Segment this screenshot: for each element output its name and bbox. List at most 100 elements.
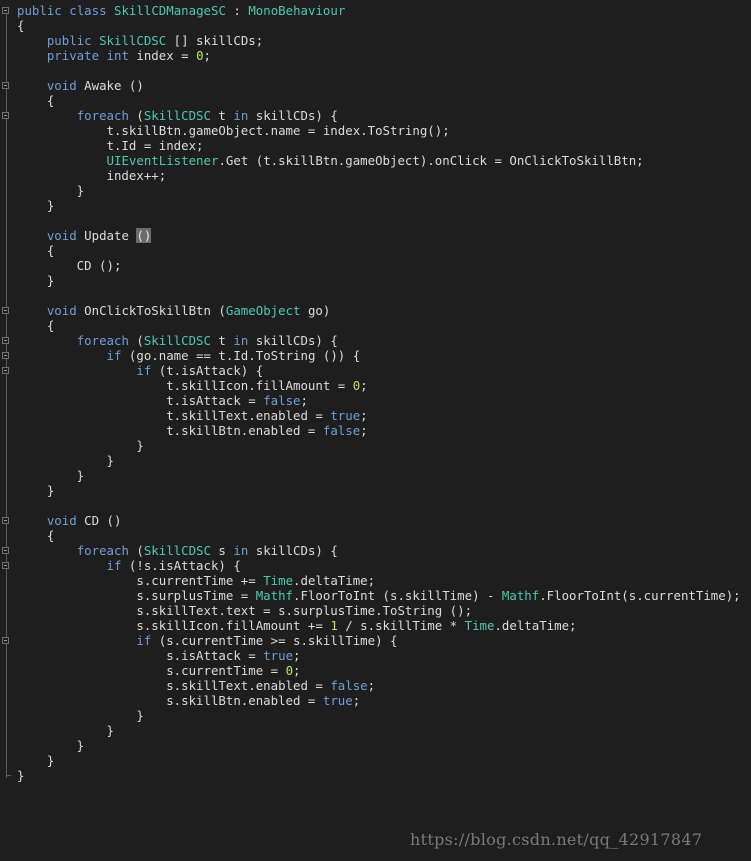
keyword-token: if (136, 633, 152, 648)
code-line[interactable]: } (17, 753, 741, 768)
code-line[interactable]: s.skillText.text = s.surplusTime.ToStrin… (17, 603, 741, 618)
code-token: .Get (t.skillBtn.gameObject).onClick = O… (218, 153, 644, 168)
fold-toggle-icon[interactable] (2, 517, 9, 524)
fold-toggle-icon[interactable] (2, 562, 9, 569)
code-line[interactable]: } (17, 273, 741, 288)
code-token: t.Id = index; (17, 138, 204, 153)
code-line[interactable]: void OnClickToSkillBtn (GameObject go) (17, 303, 741, 318)
code-line[interactable]: s.skillIcon.fillAmount += 1 / s.skillTim… (17, 618, 741, 633)
code-line[interactable]: private int index = 0; (17, 48, 741, 63)
code-token: s.skillText.text = s.surplusTime.ToStrin… (17, 603, 473, 618)
code-line[interactable]: index++; (17, 168, 741, 183)
code-line[interactable]: } (17, 483, 741, 498)
code-token: s.isAttack = (17, 648, 264, 663)
fold-toggle-icon[interactable] (2, 367, 9, 374)
type-token: Time (263, 573, 294, 588)
code-text-area[interactable]: public class SkillCDManageSC : MonoBehav… (17, 3, 741, 783)
code-line[interactable]: foreach (SkillCDSC t in skillCDs) { (17, 333, 741, 348)
code-token: : (225, 3, 249, 18)
code-line[interactable]: void Awake () (17, 78, 741, 93)
fold-toggle-icon[interactable] (2, 82, 9, 89)
fold-toggle-icon[interactable] (2, 307, 9, 314)
code-line[interactable]: t.Id = index; (17, 138, 741, 153)
code-line[interactable]: s.isAttack = true; (17, 648, 741, 663)
code-token: { (17, 243, 55, 258)
code-line[interactable]: if (s.currentTime >= s.skillTime) { (17, 633, 741, 648)
code-line[interactable]: foreach (SkillCDSC t in skillCDs) { (17, 108, 741, 123)
code-line[interactable]: s.currentTime = 0; (17, 663, 741, 678)
code-line[interactable]: void Update () (17, 228, 741, 243)
code-line[interactable]: { (17, 18, 741, 33)
code-line[interactable]: } (17, 468, 741, 483)
code-line[interactable]: t.isAttack = false; (17, 393, 741, 408)
code-line[interactable]: } (17, 738, 741, 753)
code-line[interactable]: { (17, 93, 741, 108)
code-line[interactable] (17, 63, 741, 78)
code-line[interactable]: foreach (SkillCDSC s in skillCDs) { (17, 543, 741, 558)
keyword-token: false (322, 423, 361, 438)
fold-toggle-icon[interactable] (2, 7, 9, 14)
code-line[interactable] (17, 213, 741, 228)
code-line[interactable]: s.currentTime += Time.deltaTime; (17, 573, 741, 588)
code-line[interactable]: public SkillCDSC [] skillCDs; (17, 33, 741, 48)
code-line[interactable]: } (17, 768, 741, 783)
code-line[interactable]: s.skillText.enabled = false; (17, 678, 741, 693)
type-token: SkillCDManageSC (114, 3, 226, 18)
code-token: t.skillBtn.enabled = (17, 423, 323, 438)
code-token: } (17, 483, 55, 498)
code-line[interactable]: if (go.name == t.Id.ToString ()) { (17, 348, 741, 363)
code-editor[interactable]: public class SkillCDManageSC : MonoBehav… (0, 0, 751, 861)
code-line[interactable] (17, 288, 741, 303)
code-line[interactable]: s.skillBtn.enabled = true; (17, 693, 741, 708)
code-line[interactable]: public class SkillCDManageSC : MonoBehav… (17, 3, 741, 18)
code-token: } (17, 753, 55, 768)
code-line[interactable]: t.skillBtn.enabled = false; (17, 423, 741, 438)
code-line[interactable] (17, 498, 741, 513)
code-line[interactable]: { (17, 243, 741, 258)
code-token: ; (293, 663, 301, 678)
code-line[interactable]: } (17, 438, 741, 453)
code-token: } (17, 183, 85, 198)
code-line[interactable]: CD (); (17, 258, 741, 273)
code-token: skillCDs) { (248, 108, 338, 123)
code-token: index++; (17, 168, 167, 183)
fold-toggle-icon[interactable] (2, 337, 9, 344)
fold-toggle-icon[interactable] (2, 112, 9, 119)
code-line[interactable]: } (17, 453, 741, 468)
code-line[interactable]: } (17, 723, 741, 738)
code-token: Update (76, 228, 137, 243)
code-line[interactable]: s.surplusTime = Mathf.FloorToInt (s.skil… (17, 588, 740, 603)
code-line[interactable]: void CD () (17, 513, 741, 528)
fold-toggle-icon[interactable] (2, 352, 9, 359)
code-token: ; (360, 378, 368, 393)
code-token: ( (128, 108, 144, 123)
code-line[interactable]: } (17, 708, 741, 723)
code-line[interactable]: t.skillIcon.fillAmount = 0; (17, 378, 741, 393)
code-line[interactable]: if (t.isAttack) { (17, 363, 741, 378)
type-token: UIEventListener (106, 153, 219, 168)
code-line[interactable]: if (!s.isAttack) { (17, 558, 741, 573)
number-token: 0 (196, 48, 204, 63)
code-line[interactable]: { (17, 528, 741, 543)
code-token: } (17, 768, 25, 783)
code-line[interactable]: } (17, 183, 741, 198)
code-line[interactable]: t.skillBtn.gameObject.name = index.ToStr… (17, 123, 741, 138)
code-line[interactable]: } (17, 198, 741, 213)
code-token: } (17, 438, 144, 453)
type-token: SkillCDSC (143, 543, 211, 558)
code-line[interactable]: UIEventListener.Get (t.skillBtn.gameObje… (17, 153, 741, 168)
code-token: ; (300, 393, 308, 408)
code-line[interactable]: t.skillText.enabled = true; (17, 408, 741, 423)
keyword-token: false (330, 678, 368, 693)
fold-toggle-icon[interactable] (2, 637, 9, 644)
keyword-token: public (46, 33, 92, 48)
code-token: [] skillCDs; (166, 33, 264, 48)
fold-toggle-icon[interactable] (2, 547, 9, 554)
code-line[interactable]: { (17, 318, 741, 333)
keyword-token: if (106, 558, 122, 573)
type-token: Time (464, 618, 495, 633)
